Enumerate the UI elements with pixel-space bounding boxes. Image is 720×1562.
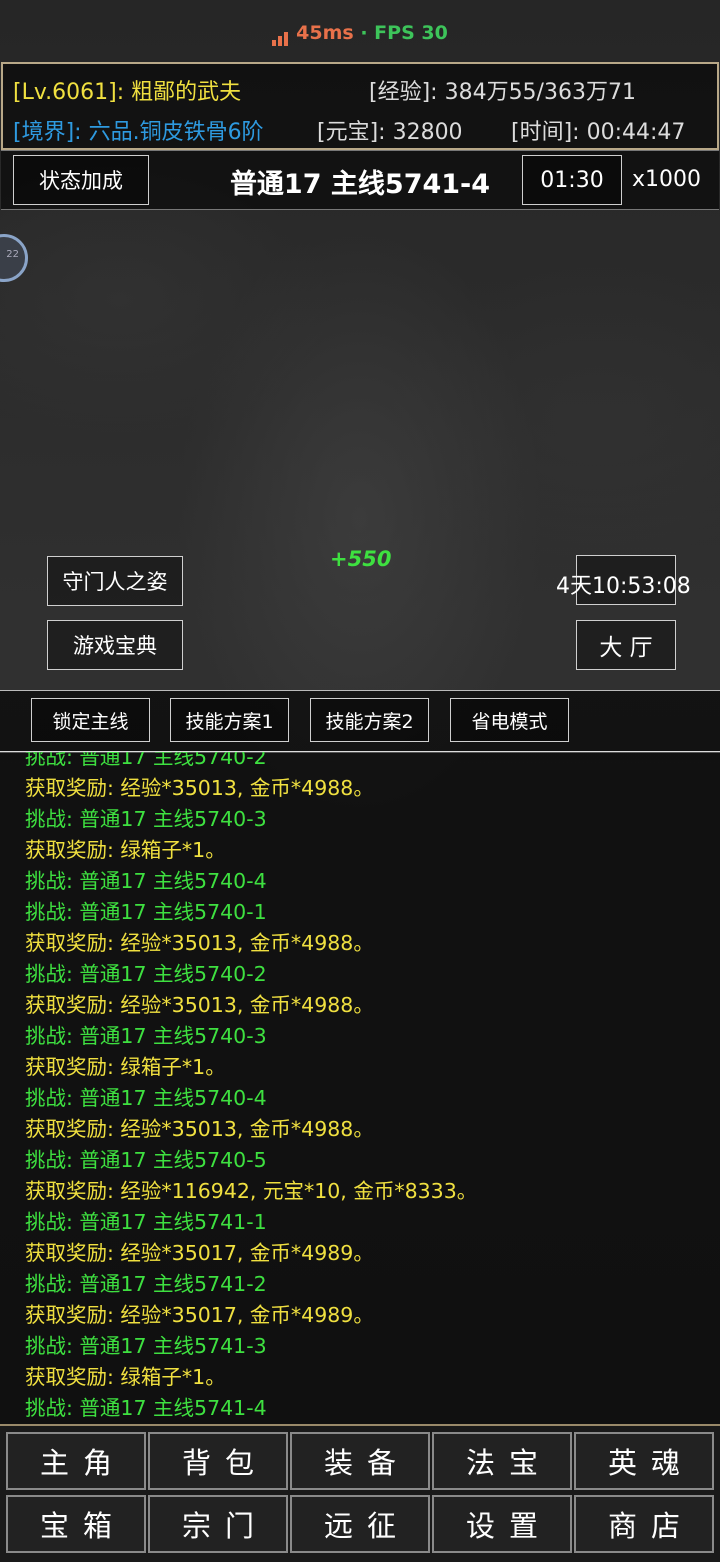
log-line: 挑战: 普通17 主线5741-3: [25, 1334, 267, 1358]
damage-gain-text: +550: [330, 547, 392, 571]
status-separator: ·: [353, 22, 375, 44]
stage-title: 普通17 主线5741-4: [229, 169, 491, 200]
log-line: 挑战: 普通17 主线5740-4: [25, 869, 267, 893]
skill-plan-1-button[interactable]: 技能方案1: [170, 698, 289, 742]
skill-plan-2-button[interactable]: 技能方案2: [310, 698, 429, 742]
menu-chest[interactable]: 宝箱: [6, 1495, 146, 1553]
ping-text: 45ms: [296, 22, 354, 44]
stage-countdown[interactable]: 01:30: [522, 155, 622, 205]
menu-equipment[interactable]: 装备: [290, 1432, 430, 1490]
log-line: 获取奖励: 经验*35013, 金币*4988。: [25, 776, 374, 800]
log-line: 挑战: 普通17 主线5741-2: [25, 1272, 267, 1296]
speed-multiplier[interactable]: x1000: [632, 167, 701, 192]
log-line: 获取奖励: 经验*35013, 金币*4988。: [25, 993, 374, 1017]
player-level: [Lv.6061]: 粗鄙的武夫: [13, 80, 242, 105]
menu-bag[interactable]: 背包: [148, 1432, 288, 1490]
hall-button[interactable]: 大 厅: [576, 620, 676, 670]
log-line: 获取奖励: 绿箱子*1。: [25, 838, 226, 862]
log-line: 获取奖励: 经验*35017, 金币*4989。: [25, 1241, 374, 1265]
power-save-button[interactable]: 省电模式: [450, 698, 569, 742]
log-line: 挑战: 普通17 主线5740-3: [25, 1024, 267, 1048]
menu-expedition[interactable]: 远征: [290, 1495, 430, 1553]
log-line: 获取奖励: 经验*35013, 金币*4988。: [25, 931, 374, 955]
network-status: 45ms · FPS 30: [0, 22, 720, 46]
player-exp: [经验]: 384万55/363万71: [369, 80, 636, 105]
menu-shop[interactable]: 商店: [574, 1495, 714, 1553]
log-line: 挑战: 普通17 主线5740-3: [25, 807, 267, 831]
menu-hero[interactable]: 主角: [6, 1432, 146, 1490]
menu-sect[interactable]: 宗门: [148, 1495, 288, 1553]
player-info-panel: [Lv.6061]: 粗鄙的武夫 [经验]: 384万55/363万71 [境界…: [1, 62, 719, 150]
log-line: 挑战: 普通17 主线5740-5: [25, 1148, 267, 1172]
player-yuanbao: [元宝]: 32800: [317, 120, 463, 145]
fps-text: FPS 30: [374, 22, 448, 44]
log-line: 挑战: 普通17 主线5740-2: [25, 752, 267, 769]
menu-settings[interactable]: 设置: [432, 1495, 572, 1553]
log-line: 获取奖励: 经验*35017, 金币*4989。: [25, 1303, 374, 1327]
event-timer: 4天10:53:08: [556, 574, 691, 599]
log-line: 获取奖励: 绿箱子*1。: [25, 1365, 226, 1389]
battle-log[interactable]: 挑战: 普通17 主线5740-2 获取奖励: 经验*35013, 金币*498…: [0, 752, 720, 1424]
player-realm: [境界]: 六品.铜皮铁骨6阶: [13, 120, 264, 145]
signal-icon: [272, 24, 290, 46]
bubble-count: 22: [6, 249, 19, 260]
log-line: 获取奖励: 绿箱子*1。: [25, 1055, 226, 1079]
log-line: 获取奖励: 经验*116942, 元宝*10, 金币*8333。: [25, 1179, 478, 1203]
log-line: 挑战: 普通17 主线5741-1: [25, 1210, 267, 1234]
log-line: 挑战: 普通17 主线5740-4: [25, 1086, 267, 1110]
log-line: 挑战: 普通17 主线5741-4: [25, 1396, 267, 1420]
guardian-button[interactable]: 守门人之姿: [47, 556, 183, 606]
menu-hero-soul[interactable]: 英魂: [574, 1432, 714, 1490]
buff-button[interactable]: 状态加成: [13, 155, 149, 205]
log-line: 获取奖励: 经验*35013, 金币*4988。: [25, 1117, 374, 1141]
menu-artifact[interactable]: 法宝: [432, 1432, 572, 1490]
lock-mainline-button[interactable]: 锁定主线: [31, 698, 150, 742]
log-line: 挑战: 普通17 主线5740-1: [25, 900, 267, 924]
play-time: [时间]: 00:44:47: [511, 120, 686, 145]
log-line: 挑战: 普通17 主线5740-2: [25, 962, 267, 986]
game-guide-button[interactable]: 游戏宝典: [47, 620, 183, 670]
